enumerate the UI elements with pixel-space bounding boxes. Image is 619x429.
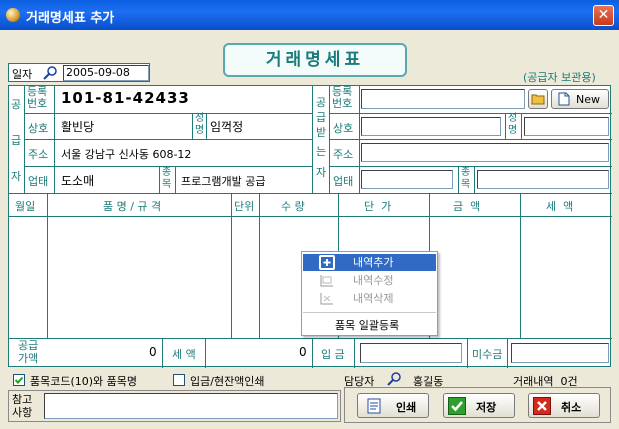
unpaid-label: 미수금 (472, 348, 503, 361)
search-icon[interactable] (43, 66, 59, 83)
supplier-reg-no: 101-81-42433 (61, 89, 190, 107)
paid-input[interactable] (360, 343, 462, 363)
col-unit: 단위 (234, 200, 255, 213)
date-group: 일자 2005-09-08 (8, 63, 150, 82)
copy-note: (공급자 보관용) (523, 71, 596, 84)
printer-icon (367, 398, 381, 414)
col-item: 품 명 / 규 격 (103, 200, 162, 213)
col-quantity: 수 량 (281, 200, 305, 213)
supplier-item-label: 종 목 (162, 167, 172, 190)
date-label: 일자 (12, 68, 33, 81)
app-icon (6, 8, 20, 22)
print-button[interactable]: 인쇄 (357, 393, 429, 418)
supply-amount-label: 공급 가액 (18, 339, 39, 365)
receiver-reg-label: 등록 번호 (332, 85, 353, 110)
new-document-icon (558, 92, 570, 106)
cancel-button[interactable]: 취소 (528, 393, 600, 418)
supplier-item: 프로그램개발 공급 (181, 175, 266, 188)
cancel-x-icon (533, 397, 551, 415)
col-amount: 금 액 (453, 200, 481, 213)
supplier-address-label: 주소 (28, 148, 49, 161)
menu-item-add[interactable]: 내역추가 (303, 254, 436, 271)
memo-input[interactable] (44, 393, 338, 419)
date-input[interactable]: 2005-09-08 (63, 65, 149, 81)
supplier-biz-label: 업태 (28, 175, 49, 188)
check-icon (14, 376, 24, 384)
unpaid-input[interactable] (511, 343, 609, 363)
receiver-biz-input[interactable] (361, 170, 453, 189)
check-save-icon (448, 397, 466, 415)
receiver-item-input[interactable] (477, 170, 609, 189)
receiver-biz-label: 업태 (333, 175, 354, 188)
supplier-address: 서울 강남구 신사동 608-12 (61, 148, 192, 161)
title-bar: 거래명세표 추가 ✕ (0, 0, 619, 30)
new-button[interactable]: New (551, 89, 609, 109)
save-button[interactable]: 저장 (443, 393, 515, 418)
tax-value: 0 (299, 345, 307, 359)
open-folder-button[interactable] (528, 89, 548, 109)
paid-label: 입 금 (321, 348, 345, 361)
delete-icon (319, 291, 335, 306)
supply-amount-value: 0 (149, 345, 157, 359)
plus-icon (319, 255, 335, 270)
col-unit-price: 단 가 (364, 200, 392, 213)
document-title: 거래명세표 (223, 43, 407, 77)
supplier-reg-label: 등록 번호 (27, 85, 48, 110)
receiver-item-label: 종 목 (461, 167, 471, 190)
supplier-name: 임꺽정 (210, 120, 244, 134)
receiver-name-input[interactable] (524, 117, 609, 136)
memo-group: 참고 사항 (8, 390, 341, 422)
supplier-company-label: 상호 (28, 122, 49, 135)
close-button[interactable]: ✕ (593, 5, 614, 26)
receiver-reg-input[interactable] (361, 89, 525, 109)
receiver-company-input[interactable] (361, 117, 501, 136)
print-balance-label: 입금/현잔액인쇄 (190, 375, 265, 388)
context-menu: 내역추가 내역수정 내역삭제 품목 일괄등록 (301, 251, 438, 336)
supplier-biz-type: 도소매 (61, 174, 95, 188)
col-tax: 세 액 (546, 200, 574, 213)
folder-icon (531, 94, 545, 105)
col-date: 월일 (15, 200, 36, 213)
supplier-name-label: 성 명 (195, 113, 205, 136)
receiver-address-label: 주소 (333, 148, 354, 161)
print-balance-checkbox[interactable] (173, 374, 185, 386)
receiver-address-input[interactable] (361, 143, 609, 162)
item-code-label: 품목코드(10)와 품목명 (30, 375, 138, 388)
menu-item-edit[interactable]: 내역수정 (303, 272, 436, 289)
receiver-name-label: 성 명 (508, 113, 518, 136)
dialog-body: 일자 2005-09-08 거래명세표 (공급자 보관용) 공 급 자 등록 번… (3, 30, 616, 426)
item-code-checkbox[interactable] (13, 374, 25, 386)
menu-item-bulk-register[interactable]: 품목 일괄등록 (335, 317, 399, 333)
memo-label: 참고 사항 (12, 393, 33, 419)
window-title: 거래명세표 추가 (26, 11, 115, 26)
supplier-company: 활빈당 (61, 120, 95, 134)
receiver-company-label: 상호 (333, 122, 354, 135)
tax-label: 세 액 (172, 348, 196, 361)
button-bar: 인쇄 저장 취소 (344, 387, 611, 423)
menu-item-delete[interactable]: 내역삭제 (303, 290, 436, 307)
edit-icon (319, 273, 335, 288)
